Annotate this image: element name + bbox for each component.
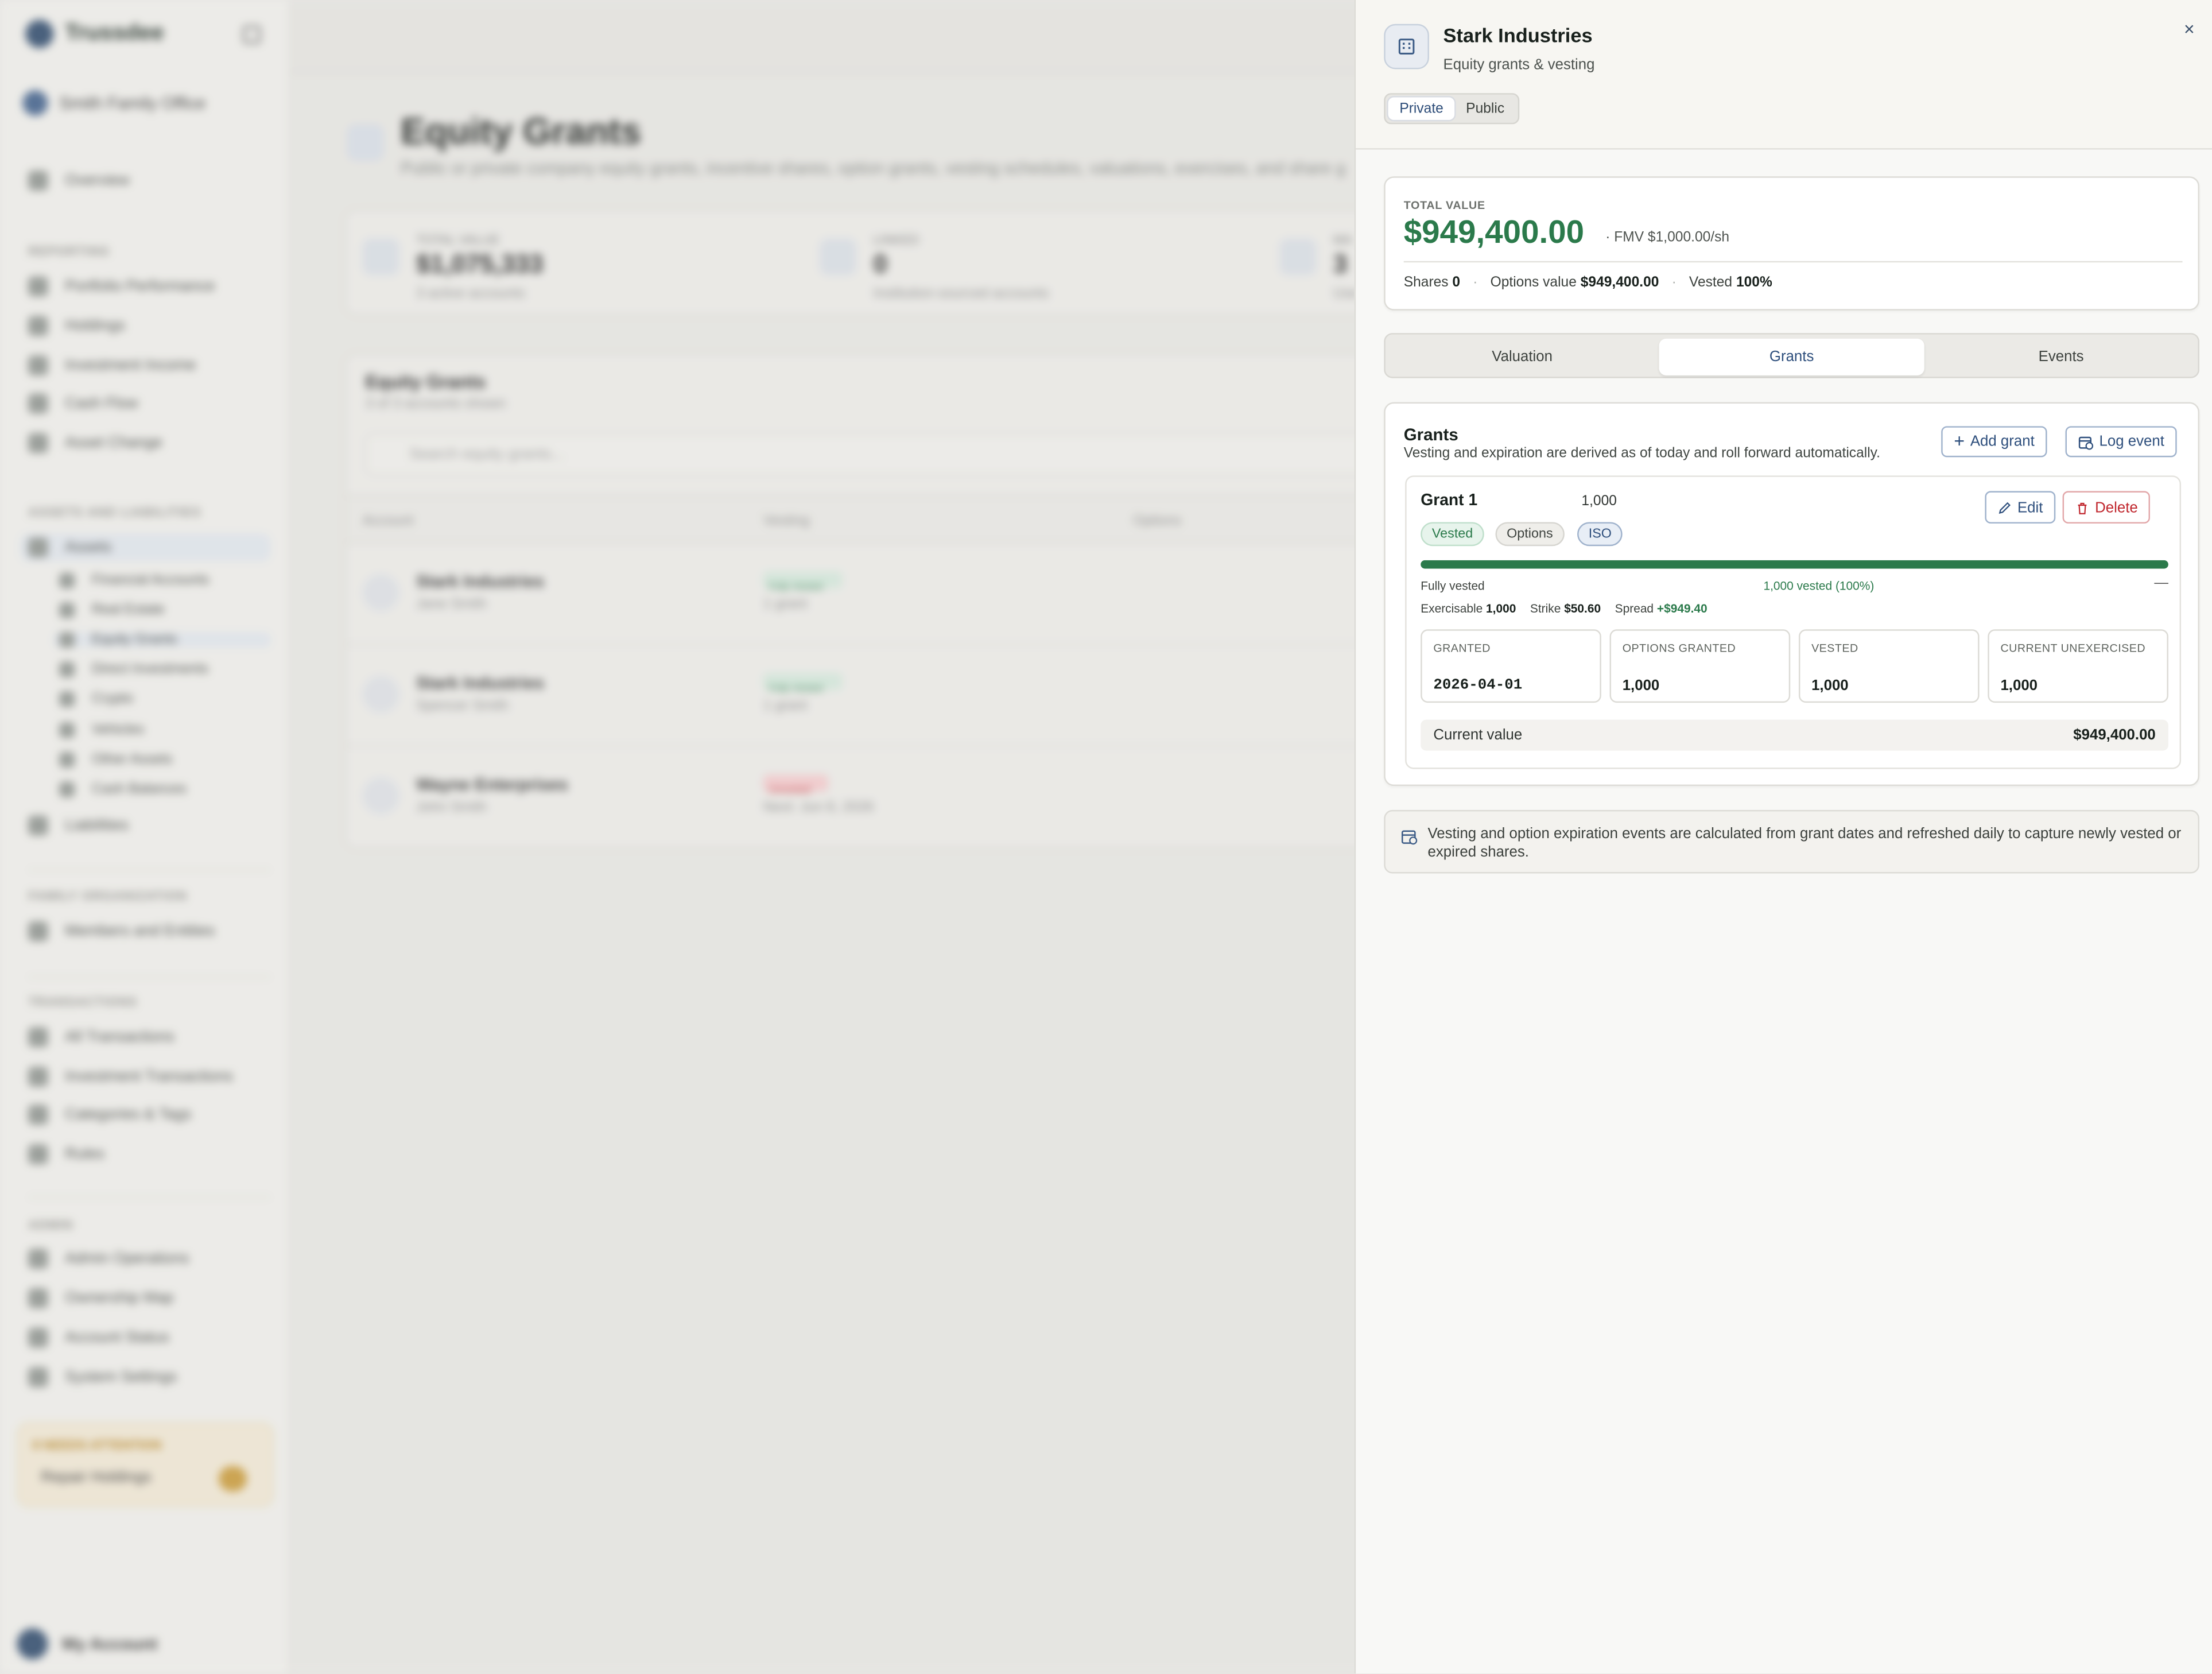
box-label: VESTED [1811,642,1858,655]
meta-value: 1,000 [1486,601,1516,615]
separator: · [1671,275,1677,291]
box-value: 2026-04-01 [1433,677,1523,695]
log-event-button[interactable]: Log event [2065,426,2178,458]
current-unexercised-box: CURRENT UNEXERCISED 1,000 [1988,629,2168,703]
edit-grant-button[interactable]: Edit [1985,491,2056,524]
shares-metric: Shares 0 [1404,275,1460,290]
segment-public[interactable]: Public [1455,98,1516,120]
metric-label: Vested [1689,275,1733,291]
grant-name: Grant 1 [1421,492,1478,510]
delete-grant-button[interactable]: Delete [2062,491,2151,524]
meta-label: Strike [1530,601,1561,615]
add-grant-button[interactable]: + Add grant [1941,426,2047,458]
trash-icon [2078,502,2087,514]
vesting-status: Fully vested [1421,578,1485,593]
divider [1403,261,2183,263]
total-value-card: TOTAL VALUE $949,400.00 · FMV $1,000.00/… [1384,176,2200,311]
metric-label: Shares [1403,275,1449,291]
info-note-text: Vesting and option expiration events are… [1427,825,2182,861]
metric-label: Options value [1490,275,1577,291]
meta-value: +$949.40 [1656,601,1707,615]
drawer-title: Stark Industries [1443,24,1593,47]
options-value-metric: Options value $949,400.00 [1491,275,1659,290]
calendar-clock-icon [2078,436,2094,450]
vested-box: VESTED 1,000 [1798,629,1980,703]
strike-meta: Strike $50.60 [1530,601,1601,615]
company-type-toggle: Private Public [1384,93,1520,125]
grant-quantity: 1,000 [1581,494,1617,510]
box-label: GRANTED [1433,642,1491,655]
button-label: Edit [2017,498,2043,516]
vesting-progress-bar [1421,560,2168,569]
total-value-amount: $949,400.00 [1403,213,1585,250]
options-tag: Options [1495,522,1565,547]
grant-item: Grant 1 1,000 Edit Delete Vested Options… [1405,475,2182,769]
vested-count: 1,000 vested (100%) [1763,578,1875,593]
plus-icon: + [1954,430,1965,452]
metric-value: $949,400.00 [1580,275,1659,291]
button-label: Log event [2099,433,2164,451]
current-value-row: Current value $949,400.00 [1421,719,2168,751]
options-granted-box: OPTIONS GRANTED 1,000 [1609,629,1791,703]
meta-value: $50.60 [1564,601,1601,615]
separator: · [1473,275,1478,291]
modal-overlay[interactable] [0,0,1355,1674]
drawer-subtitle: Equity grants & vesting [1443,56,1595,73]
tab-events[interactable]: Events [1928,339,2194,375]
detail-tabs: Valuation Grants Events [1384,333,2200,378]
fmv-per-share: · FMV $1,000.00/sh [1605,230,1730,246]
vested-tag: Vested [1421,522,1484,547]
tab-grants[interactable]: Grants [1659,338,1924,375]
summary-metrics: Shares 0 · Options value $949,400.00 · V… [1404,275,1772,290]
tab-valuation[interactable]: Valuation [1390,339,1655,375]
iso-tag: ISO [1577,522,1623,547]
info-note: Vesting and option expiration events are… [1384,809,2200,874]
box-value: 1,000 [2000,677,2038,695]
vesting-progress-fill [1421,560,2168,569]
total-value-label: TOTAL VALUE [1403,199,1485,212]
current-value-label: Current value [1433,726,1523,744]
grants-card: Grants Vesting and expiration are derive… [1384,402,2200,786]
exercisable-meta: Exercisable 1,000 [1421,601,1516,615]
spread-meta: Spread +$949.40 [1615,601,1707,615]
grant-meta: Exercisable 1,000 Strike $50.60 Spread +… [1421,601,1707,615]
grants-title: Grants [1403,424,1458,445]
calendar-clock-icon [1402,830,1418,845]
box-value: 1,000 [1622,677,1660,695]
box-value: 1,000 [1811,677,1849,695]
meta-label: Spread [1615,601,1654,615]
drawer-header: Stark Industries Equity grants & vesting… [1356,0,2212,150]
equity-detail-drawer: Stark Industries Equity grants & vesting… [1354,0,2212,1674]
meta-label: Exercisable [1421,601,1483,615]
grants-subtitle: Vesting and expiration are derived as of… [1403,445,1881,462]
current-value-amount: $949,400.00 [2073,726,2156,744]
box-label: OPTIONS GRANTED [1622,642,1736,655]
pencil-icon [1998,501,2011,513]
segment-private[interactable]: Private [1388,97,1455,120]
expiration-dash: — [2154,575,2168,591]
button-label: Add grant [1970,433,2035,451]
metric-value: 100% [1736,275,1772,291]
metric-value: 0 [1452,275,1461,291]
vested-metric: Vested 100% [1689,275,1772,290]
building-icon [1384,24,1429,69]
close-icon[interactable]: × [2184,18,2195,40]
box-label: CURRENT UNEXERCISED [2000,642,2146,655]
granted-date-box: GRANTED 2026-04-01 [1421,629,1601,703]
button-label: Delete [2095,498,2138,516]
